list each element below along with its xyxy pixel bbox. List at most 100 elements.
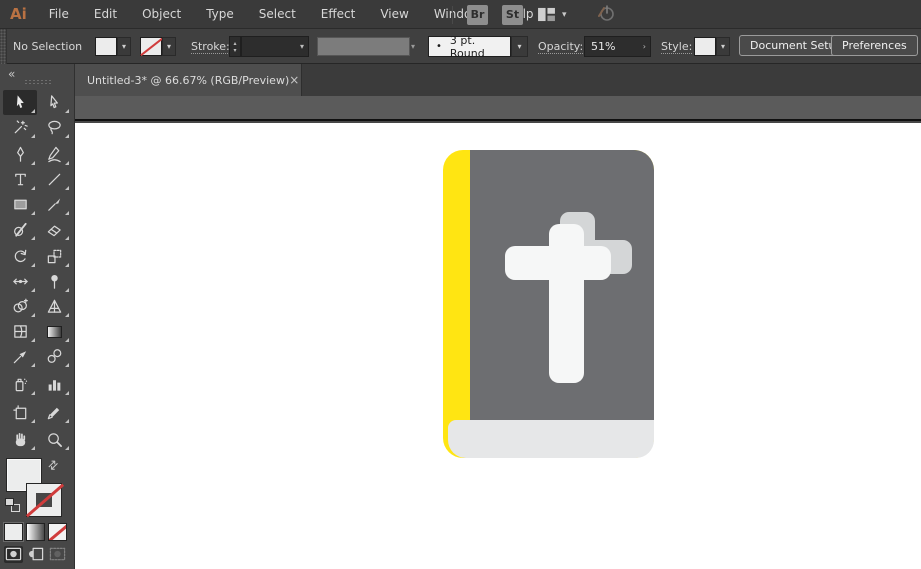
none-button[interactable] — [48, 523, 67, 541]
perspective-grid-tool[interactable] — [37, 294, 71, 319]
slice-tool[interactable] — [37, 400, 71, 425]
shaper-tool[interactable] — [3, 217, 37, 242]
chevron-down-icon: ▾ — [411, 42, 416, 51]
tool-flyout-indicator — [31, 161, 35, 165]
panel-grip[interactable] — [0, 29, 7, 64]
direct-selection-tool[interactable] — [37, 90, 71, 115]
style-dropdown-chevron[interactable]: ▾ — [716, 37, 730, 56]
gradient-button[interactable] — [26, 523, 45, 541]
menu-effect[interactable]: Effect — [321, 7, 356, 21]
selection-tool[interactable] — [3, 90, 37, 115]
artboard-tool[interactable] — [3, 400, 37, 425]
tools-grid — [3, 90, 72, 452]
bible-book-artwork[interactable] — [443, 150, 654, 458]
bridge-button[interactable]: Br — [467, 4, 488, 25]
line-segment-tool[interactable] — [37, 167, 71, 192]
tool-flyout-indicator — [31, 363, 35, 367]
default-fill-stroke-icon[interactable] — [5, 498, 20, 512]
eyedropper-tool[interactable] — [3, 344, 37, 369]
draw-inside-button[interactable] — [48, 546, 67, 563]
stroke-proxy-swatch[interactable] — [25, 483, 65, 518]
workspace-switcher[interactable]: ▾ — [537, 7, 567, 22]
opacity-field[interactable]: 51% › — [584, 36, 651, 57]
lasso-tool[interactable] — [37, 115, 71, 140]
swap-fill-stroke-icon[interactable]: ⇄ — [45, 456, 62, 473]
stroke-weight-stepper[interactable]: ▴ ▾ — [229, 36, 241, 57]
symbol-sprayer-tool[interactable] — [3, 372, 37, 397]
fill-stroke-controls: ⇄ — [0, 456, 75, 569]
artboard-canvas[interactable] — [75, 123, 921, 569]
tool-flyout-indicator — [31, 263, 35, 267]
selection-status: No Selection — [13, 40, 83, 53]
rectangle-tool[interactable] — [3, 192, 37, 217]
free-transform-tool[interactable] — [37, 269, 71, 294]
pen-tool[interactable] — [3, 142, 37, 167]
tool-flyout-indicator — [31, 419, 35, 423]
chevron-down-icon: ▾ — [562, 9, 567, 20]
stroke-color-dropdown[interactable]: ▾ — [162, 37, 176, 56]
stroke-color-swatch[interactable] — [140, 37, 162, 56]
blend-tool[interactable] — [37, 344, 71, 369]
collapse-panel-icon[interactable]: « — [8, 67, 15, 81]
menu-select[interactable]: Select — [259, 7, 296, 21]
stock-button[interactable]: St — [502, 4, 523, 25]
width-tool[interactable] — [3, 269, 37, 294]
tool-flyout-indicator — [31, 313, 35, 317]
preferences-button[interactable]: Preferences — [831, 35, 918, 56]
menu-view[interactable]: View — [380, 7, 408, 21]
draw-behind-button[interactable] — [26, 546, 45, 563]
gradient-tool[interactable] — [37, 319, 71, 344]
fill-color-swatch[interactable] — [95, 37, 117, 56]
stroke-label[interactable]: Stroke: — [191, 40, 230, 54]
opacity-label[interactable]: Opacity: — [538, 40, 584, 54]
app-logo: Ai — [10, 5, 27, 23]
menu-file[interactable]: File — [49, 7, 69, 21]
brush-definition-dropdown[interactable]: • 3 pt. Round — [428, 34, 511, 60]
fill-color-dropdown[interactable]: ▾ — [117, 37, 131, 56]
cc-sync-icon[interactable] — [593, 3, 618, 27]
curvature-tool[interactable] — [37, 142, 71, 167]
draw-normal-button[interactable] — [4, 546, 23, 563]
tool-flyout-indicator — [65, 161, 69, 165]
scale-tool[interactable] — [37, 244, 71, 269]
tool-flyout-indicator — [31, 236, 35, 240]
tool-flyout-indicator — [31, 446, 35, 450]
hand-tool[interactable] — [3, 427, 37, 452]
panel-drag-grip[interactable] — [24, 79, 52, 84]
magic-wand-tool[interactable] — [3, 115, 37, 140]
menu-separator — [452, 5, 453, 24]
workspace-layout-icon — [537, 7, 556, 22]
eraser-tool[interactable] — [37, 217, 71, 242]
tool-flyout-indicator — [31, 391, 35, 395]
brush-preview-dot: • — [436, 41, 442, 52]
shape-builder-tool[interactable] — [3, 294, 37, 319]
paintbrush-tool[interactable] — [37, 192, 71, 217]
column-graph-tool[interactable] — [37, 372, 71, 397]
type-tool[interactable] — [3, 167, 37, 192]
menu-type[interactable]: Type — [206, 7, 234, 21]
tool-flyout-indicator — [65, 288, 69, 292]
book-pages-shape — [448, 420, 654, 458]
style-label[interactable]: Style: — [661, 40, 693, 54]
brush-dropdown-chevron[interactable]: ▾ — [511, 36, 528, 57]
menu-edit[interactable]: Edit — [94, 7, 117, 21]
menu-object[interactable]: Object — [142, 7, 181, 21]
style-swatch[interactable] — [694, 37, 716, 56]
tool-flyout-indicator — [65, 419, 69, 423]
menu-bar-right: Br St ▾ — [452, 0, 618, 29]
color-type-buttons — [4, 523, 67, 541]
width-profile-dropdown-disabled — [317, 37, 410, 56]
tool-flyout-indicator — [65, 109, 69, 113]
tool-flyout-indicator — [65, 446, 69, 450]
color-button[interactable] — [4, 523, 23, 541]
stroke-weight-dropdown[interactable]: ▾ — [241, 36, 309, 57]
document-title: Untitled-3* @ 66.67% (RGB/Preview) — [87, 73, 290, 87]
zoom-tool[interactable] — [37, 427, 71, 452]
drawing-mode-buttons — [4, 546, 67, 563]
tool-flyout-indicator — [31, 211, 35, 215]
rotate-tool[interactable] — [3, 244, 37, 269]
document-tab[interactable]: Untitled-3* @ 66.67% (RGB/Preview) × — [75, 64, 302, 96]
close-tab-icon[interactable]: × — [289, 74, 299, 86]
tool-flyout-indicator — [65, 338, 69, 342]
mesh-tool[interactable] — [3, 319, 37, 344]
